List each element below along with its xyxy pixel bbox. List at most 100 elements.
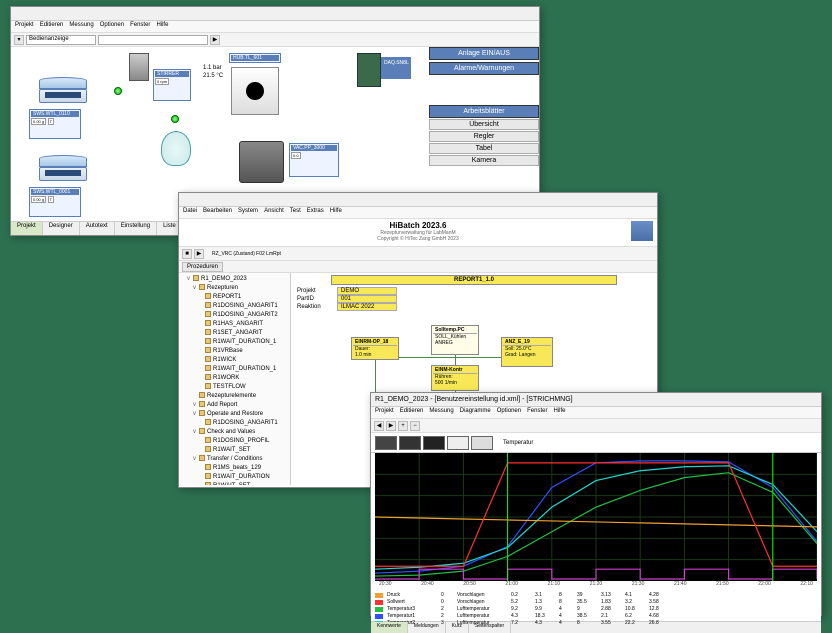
display-select[interactable]: Bedienanzeige: [26, 35, 96, 45]
legend-row[interactable]: Temperatur32Lufttemperatur9.29.9492.8810…: [375, 606, 817, 613]
tree-node[interactable]: R1WAIT_DURATION_1: [181, 365, 288, 374]
tree-node[interactable]: vOperate and Restore: [181, 410, 288, 419]
display-value[interactable]: [98, 35, 208, 45]
tree-node[interactable]: R1HAS_ANGARIT: [181, 320, 288, 329]
motor-panel[interactable]: STIRRER 0 rpm: [153, 69, 191, 101]
channel-button[interactable]: [399, 436, 421, 450]
tool-btn[interactable]: ◀: [374, 421, 384, 431]
worksheet-item[interactable]: Kamera: [429, 155, 539, 166]
win1-titlebar[interactable]: [11, 7, 539, 21]
tree-node[interactable]: R1WICK: [181, 356, 288, 365]
tree-node[interactable]: R1SET_ANGARIT: [181, 329, 288, 338]
menu-item[interactable]: Editieren: [40, 22, 64, 31]
menu-item[interactable]: Hilfe: [156, 22, 168, 31]
tree-node[interactable]: R1WAIT_SET: [181, 482, 288, 485]
reactor-icon: [161, 131, 191, 166]
trend-plot[interactable]: [375, 453, 817, 581]
flow-block[interactable]: ANZ_E_19Soll: 25.0°CGrad: Langen: [501, 337, 553, 367]
device-tare[interactable]: T: [48, 196, 54, 203]
tree-node[interactable]: R1WAIT_DURATION: [181, 473, 288, 482]
tree-node[interactable]: vAdd Report: [181, 401, 288, 410]
channel-button[interactable]: [423, 436, 445, 450]
balance-bottom-panel[interactable]: SWS.WTL_0001 0.00 g T: [29, 187, 81, 217]
legend-row[interactable]: Druck0Vorschlagen0.23.18393.134.14.28: [375, 592, 817, 599]
tool-btn[interactable]: ▶: [386, 421, 396, 431]
worksheet-item[interactable]: Tabel: [429, 143, 539, 154]
menu-item[interactable]: Datei: [183, 208, 197, 217]
device-val: 0.0: [291, 152, 301, 159]
menu-item[interactable]: Ansicht: [264, 208, 284, 217]
menu-item[interactable]: Test: [290, 208, 301, 217]
tool-btn[interactable]: ▾: [14, 35, 24, 45]
menu-item[interactable]: Fenster: [130, 22, 150, 31]
worksheet-item[interactable]: Regler: [429, 131, 539, 142]
pump-panel[interactable]: VAC.PP_3000 0.0: [289, 143, 339, 177]
tool-btn[interactable]: +: [398, 421, 408, 431]
tree-node[interactable]: TESTFLOW: [181, 383, 288, 392]
daq-panel-1[interactable]: DAQ.SN8L: [381, 57, 411, 79]
tree-node[interactable]: R1DOSING_ANGARIT1: [181, 302, 288, 311]
menu-item[interactable]: Projekt: [15, 22, 34, 31]
tree-node[interactable]: R1WAIT_SET: [181, 446, 288, 455]
worksheet-item[interactable]: Übersicht: [429, 119, 539, 130]
bottom-tab[interactable]: Einstellung: [115, 222, 157, 235]
flow-block[interactable]: Solltemp.PCSOLL_KühlenANREG: [431, 325, 479, 355]
menu-item[interactable]: Diagramme: [460, 408, 491, 417]
menu-item[interactable]: Hilfe: [553, 408, 565, 417]
tree-node[interactable]: R1VRBase: [181, 347, 288, 356]
balance-top-panel[interactable]: SWS.WTL_0110 0.00 g T: [29, 109, 81, 139]
tool-btn[interactable]: ▶: [194, 249, 204, 259]
menu-item[interactable]: Editieren: [400, 408, 424, 417]
tool-btn[interactable]: −: [410, 421, 420, 431]
menu-item[interactable]: System: [238, 208, 258, 217]
tree-node[interactable]: vTransfer / Conditions: [181, 455, 288, 464]
tree-node[interactable]: R1WAIT_DURATION_1: [181, 338, 288, 347]
tree-node[interactable]: R1DOSING_ANGARIT1: [181, 419, 288, 428]
tree-node[interactable]: R1DOSING_PROFIL: [181, 437, 288, 446]
bottom-tab[interactable]: Autotext: [80, 222, 115, 235]
tree-node[interactable]: Rezepturelemente: [181, 392, 288, 401]
field-reaktion[interactable]: ILMAC 2022: [337, 303, 397, 311]
channel-button[interactable]: [447, 436, 469, 450]
tree-node[interactable]: REPORT1: [181, 293, 288, 302]
tool-go[interactable]: ▶: [210, 35, 220, 45]
bottom-tab[interactable]: Designer: [43, 222, 80, 235]
win2-titlebar[interactable]: [179, 193, 657, 207]
menu-item[interactable]: Projekt: [375, 408, 394, 417]
menu-item[interactable]: Extras: [307, 208, 324, 217]
tab-label[interactable]: Temperatur: [503, 440, 533, 446]
menu-item[interactable]: Messung: [429, 408, 453, 417]
win3-titlebar[interactable]: R1_DEMO_2023 - [Benutzereinstellung id.x…: [371, 393, 821, 407]
channel-button[interactable]: [471, 436, 493, 450]
legend-row[interactable]: Temperatur12Lufttemperatur4.318.3438.52.…: [375, 613, 817, 620]
device-title: SWS.WTL_0001: [31, 189, 79, 195]
tree-node[interactable]: R1DOSING_ANGARIT2: [181, 311, 288, 320]
flow-block[interactable]: EINM-KontrRühren:500 1/min: [431, 365, 479, 391]
menu-item[interactable]: Messung: [69, 22, 93, 31]
legend-row[interactable]: Sollwert0Vorschlagen5.21.3835.51.833.23.…: [375, 599, 817, 606]
menu-item[interactable]: Optionen: [100, 22, 124, 31]
device-tare[interactable]: T: [48, 118, 54, 125]
alarms-button[interactable]: Alarme/Warnungen: [429, 62, 539, 75]
menu-item[interactable]: Hilfe: [330, 208, 342, 217]
recipe-tree[interactable]: vR1_DEMO_2023vRezepturenREPORT1R1DOSING_…: [179, 273, 291, 485]
device-title: STIRRER: [155, 71, 189, 77]
menu-item[interactable]: Optionen: [497, 408, 521, 417]
flow-block[interactable]: EINRM-OP_18Dauer:1.0 min: [351, 337, 399, 360]
menu-item[interactable]: Bearbeiten: [203, 208, 232, 217]
channel-button[interactable]: [375, 436, 397, 450]
tree-node[interactable]: vRezepturen: [181, 284, 288, 293]
plant-onoff-button[interactable]: Anlage EIN/AUS: [429, 47, 539, 60]
tree-node[interactable]: vR1_DEMO_2023: [181, 275, 288, 284]
tree-node[interactable]: R1WORK: [181, 374, 288, 383]
thermostat-panel[interactable]: HUB.TL_601: [229, 53, 281, 63]
menu-item[interactable]: Fenster: [527, 408, 547, 417]
tool-btn[interactable]: ■: [182, 249, 192, 259]
bottom-tab[interactable]: Projekt: [11, 222, 43, 235]
win2-toolbar: ■ ▶ RZ_VRC (Zustand) F02 LmRpt: [179, 247, 657, 261]
tree-node[interactable]: R1MS_beats_129: [181, 464, 288, 473]
field-part[interactable]: 001: [337, 295, 397, 303]
field-projekt[interactable]: DEMO: [337, 287, 397, 295]
tree-node[interactable]: vCheck and Values: [181, 428, 288, 437]
tab-prozeduren[interactable]: Prozeduren: [182, 262, 223, 272]
